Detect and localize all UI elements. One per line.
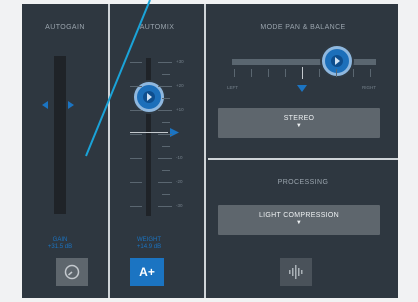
pan-scale-tick [353,69,354,77]
processing-button[interactable] [280,258,312,286]
column-divider [108,4,110,298]
fader-position-arrow-icon [170,128,179,137]
weight-scale-left-tick [130,182,142,183]
weight-scale-label: +20 [176,83,184,88]
mode-selected: STEREO [283,115,315,122]
weight-scale-minor-tick [162,170,170,171]
mode-dropdown-caret-icon: ▼ [295,123,303,129]
pan-arrow-icon [335,57,340,65]
automix-title: AUTOMIX [139,24,175,31]
weight-scale-minor-tick [162,122,170,123]
pan-scale-tick [319,69,320,77]
pan-knob[interactable] [322,46,352,76]
processing-title: PROCESSING [277,179,329,186]
weight-scale-label: -30 [176,203,183,208]
fader-arrow-icon [147,93,152,101]
weight-scale-tick [158,134,172,135]
mixer-panel: AUTOGAIN GAIN +31.5 dB AUTOMIX WEIGHT +1… [22,4,398,298]
waveform-icon [289,265,303,279]
gain-meter-arrows-icon[interactable] [42,100,74,110]
weight-value: +14.9 dB [136,244,162,250]
mode-title: MODE PAN & BALANCE [260,24,346,31]
gain-meter [54,56,66,214]
pan-scale-tick [234,69,235,77]
pan-scale-tick [302,67,303,79]
weight-scale-tick [158,158,172,159]
gain-value: +31.5 dB [47,244,73,250]
weight-scale-left-tick [130,110,142,111]
pan-center-marker-icon [297,85,307,92]
pan-right-label: RIGHT [362,85,376,90]
pan-left-label: LEFT [227,85,239,90]
weight-scale-minor-tick [162,194,170,195]
weight-scale-left-tick [130,62,142,63]
dial-icon [64,264,80,280]
weight-scale-left-tick [130,206,142,207]
autogain-button[interactable] [56,258,88,286]
pan-slider-track [232,59,376,65]
column-divider [204,4,206,298]
mode-dropdown[interactable]: STEREO ▼ [218,108,380,138]
pan-scale-tick [285,69,286,77]
weight-scale-left-tick [130,86,142,87]
pan-scale-tick [251,69,252,77]
weight-scale-minor-tick [162,146,170,147]
processing-dropdown-caret-icon: ▼ [295,220,303,226]
weight-scale-tick [158,182,172,183]
weight-scale-label: -10 [176,155,183,160]
weight-scale-label: +10 [176,107,184,112]
weight-scale-tick [158,206,172,207]
aplus-button[interactable]: A+ [130,258,164,286]
weight-scale-left-tick [130,134,142,135]
pan-scale-tick [268,69,269,77]
processing-selected: LIGHT COMPRESSION [258,212,340,219]
weight-scale-label: -20 [176,179,183,184]
pan-scale-tick [370,69,371,77]
fader-position-marker [130,132,168,133]
autogain-title: AUTOGAIN [45,24,85,31]
weight-scale-tick [158,110,172,111]
weight-scale-label: +30 [176,59,184,64]
weight-scale-tick [158,62,172,63]
weight-scale-minor-tick [162,98,170,99]
weight-scale-minor-tick [162,74,170,75]
pan-scale-tick [336,69,337,77]
weight-scale-left-tick [130,158,142,159]
section-divider [208,158,398,160]
weight-scale-tick [158,86,172,87]
processing-dropdown[interactable]: LIGHT COMPRESSION ▼ [218,205,380,235]
